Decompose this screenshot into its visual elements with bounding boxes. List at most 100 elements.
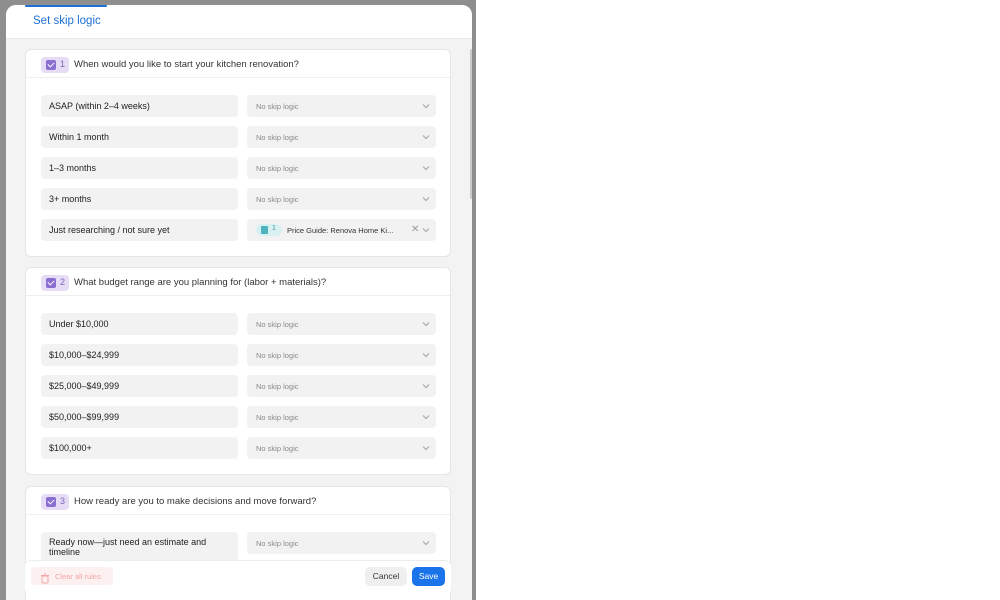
answer-label: 1–3 months xyxy=(49,163,97,173)
skip-logic-select[interactable]: No skip logic xyxy=(247,188,436,210)
answer-row: $50,000–$99,999 No skip logic xyxy=(41,406,436,428)
skip-logic-target: Price Guide: Renova Home Ki... xyxy=(287,226,394,235)
chevron-down-icon xyxy=(422,102,430,110)
answer-option: $10,000–$24,999 xyxy=(41,344,238,366)
skip-logic-select[interactable]: No skip logic xyxy=(247,406,436,428)
answer-option: $50,000–$99,999 xyxy=(41,406,238,428)
answer-label: $50,000–$99,999 xyxy=(49,412,120,422)
skip-logic-select[interactable]: No skip logic xyxy=(247,126,436,148)
question-card-2: 2 What budget range are you planning for… xyxy=(25,267,451,475)
skip-logic-value: No skip logic xyxy=(256,320,299,329)
question-header: 2 What budget range are you planning for… xyxy=(26,268,450,296)
answer-option: Just researching / not sure yet xyxy=(41,219,238,241)
question-number: 3 xyxy=(60,496,66,506)
question-number-badge: 3 xyxy=(41,494,69,510)
modal-header: Set skip logic xyxy=(6,5,472,39)
chevron-down-icon xyxy=(422,164,430,172)
skip-logic-select[interactable]: No skip logic xyxy=(247,157,436,179)
target-page-badge: 1 xyxy=(256,224,282,236)
answer-row: ASAP (within 2–4 weeks) No skip logic xyxy=(41,95,436,117)
skip-logic-value: No skip logic xyxy=(256,413,299,422)
tab-set-skip-logic[interactable]: Set skip logic xyxy=(25,5,107,39)
skip-logic-select[interactable]: No skip logic xyxy=(247,437,436,459)
skip-logic-value: No skip logic xyxy=(256,351,299,360)
skip-logic-value: No skip logic xyxy=(256,382,299,391)
chevron-down-icon xyxy=(422,320,430,328)
chevron-down-icon xyxy=(422,382,430,390)
skip-logic-select[interactable]: No skip logic xyxy=(247,375,436,397)
question-check-icon xyxy=(46,60,56,70)
answer-row: Within 1 month No skip logic xyxy=(41,126,436,148)
skip-logic-select[interactable]: No skip logic xyxy=(247,95,436,117)
chevron-down-icon xyxy=(422,413,430,421)
page-icon xyxy=(261,226,268,234)
skip-logic-select[interactable]: No skip logic xyxy=(247,532,436,554)
chevron-down-icon xyxy=(422,539,430,547)
tab-label: Set skip logic xyxy=(33,15,101,27)
question-check-icon xyxy=(46,497,56,507)
answer-option: Ready now—just need an estimate and time… xyxy=(41,532,238,562)
question-check-icon xyxy=(46,278,56,288)
chevron-down-icon xyxy=(422,133,430,141)
answer-label: Just researching / not sure yet xyxy=(49,225,170,235)
answer-option: $100,000+ xyxy=(41,437,238,459)
scrollbar-thumb[interactable] xyxy=(470,49,472,199)
skip-logic-value: No skip logic xyxy=(256,133,299,142)
answer-option: 3+ months xyxy=(41,188,238,210)
answer-option: $25,000–$49,999 xyxy=(41,375,238,397)
question-number-badge: 1 xyxy=(41,57,69,73)
answer-option: 1–3 months xyxy=(41,157,238,179)
chevron-down-icon xyxy=(422,195,430,203)
question-card-1: 1 When would you like to start your kitc… xyxy=(25,49,451,257)
question-header: 1 When would you like to start your kitc… xyxy=(26,50,450,78)
question-text: When would you like to start your kitche… xyxy=(74,59,299,70)
target-page-number: 1 xyxy=(272,225,276,232)
answer-label: $10,000–$24,999 xyxy=(49,350,120,360)
answer-label: ASAP (within 2–4 weeks) xyxy=(49,101,150,111)
screen-backdrop: Set skip logic 1 When would you like to … xyxy=(0,0,476,600)
answer-row: 1–3 months No skip logic xyxy=(41,157,436,179)
answer-label: 3+ months xyxy=(49,194,92,204)
cancel-button[interactable]: Cancel xyxy=(365,567,407,586)
skip-logic-select[interactable]: No skip logic xyxy=(247,313,436,335)
answer-row: $25,000–$49,999 No skip logic xyxy=(41,375,436,397)
active-tab-indicator xyxy=(25,5,107,7)
answer-label: Within 1 month xyxy=(49,132,110,142)
save-button[interactable]: Save xyxy=(412,567,445,586)
modal-footer: Clear all rules Cancel Save xyxy=(25,560,451,591)
skip-logic-modal: Set skip logic 1 When would you like to … xyxy=(6,5,472,600)
answer-row: Ready now—just need an estimate and time… xyxy=(41,532,436,562)
answer-option: Within 1 month xyxy=(41,126,238,148)
answer-row: 3+ months No skip logic xyxy=(41,188,436,210)
answer-row: Under $10,000 No skip logic xyxy=(41,313,436,335)
answer-row: $100,000+ No skip logic xyxy=(41,437,436,459)
skip-logic-value: No skip logic xyxy=(256,164,299,173)
question-header: 3 How ready are you to make decisions an… xyxy=(26,487,450,515)
skip-logic-select[interactable]: 1 Price Guide: Renova Home Ki... ✕ xyxy=(247,219,436,241)
chevron-down-icon xyxy=(422,444,430,452)
question-text: What budget range are you planning for (… xyxy=(74,277,327,288)
answer-option: Under $10,000 xyxy=(41,313,238,335)
chevron-down-icon xyxy=(422,351,430,359)
skip-logic-value: No skip logic xyxy=(256,102,299,111)
chevron-down-icon xyxy=(422,226,430,234)
question-number: 1 xyxy=(60,59,66,69)
answer-label: Ready now—just need an estimate and time… xyxy=(49,537,207,557)
clear-all-rules-button[interactable]: Clear all rules xyxy=(31,567,113,585)
answer-row: Just researching / not sure yet 1 Price … xyxy=(41,219,436,241)
answer-row: $10,000–$24,999 No skip logic xyxy=(41,344,436,366)
question-text: How ready are you to make decisions and … xyxy=(74,496,317,507)
answer-label: $100,000+ xyxy=(49,443,92,453)
trash-icon xyxy=(40,571,50,584)
skip-logic-select[interactable]: No skip logic xyxy=(247,344,436,366)
clear-all-rules-label: Clear all rules xyxy=(55,572,101,581)
skip-logic-value: No skip logic xyxy=(256,195,299,204)
clear-selection-icon[interactable]: ✕ xyxy=(411,224,421,236)
skip-logic-value: No skip logic xyxy=(256,539,299,548)
skip-logic-value: No skip logic xyxy=(256,444,299,453)
question-number: 2 xyxy=(60,277,66,287)
answer-label: $25,000–$49,999 xyxy=(49,381,120,391)
answer-option: ASAP (within 2–4 weeks) xyxy=(41,95,238,117)
answer-label: Under $10,000 xyxy=(49,319,109,329)
question-number-badge: 2 xyxy=(41,275,69,291)
